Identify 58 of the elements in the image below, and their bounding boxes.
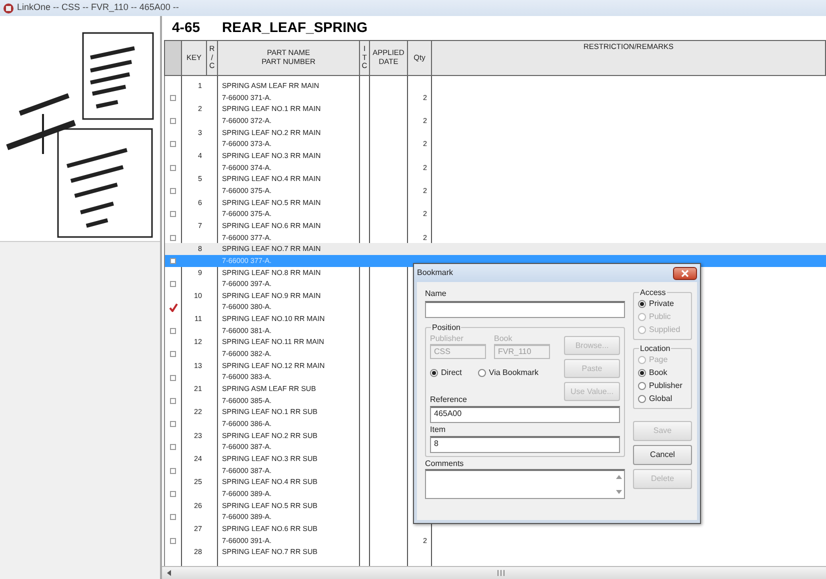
- dialog-button[interactable]: Cancel: [633, 445, 692, 465]
- row-checkbox[interactable]: [170, 538, 176, 544]
- text-field[interactable]: FVR_110: [494, 344, 550, 359]
- radio-label: Private: [649, 298, 674, 310]
- row-checkbox[interactable]: [170, 374, 176, 380]
- row-checkbox[interactable]: [170, 468, 176, 474]
- radio-button[interactable]: [430, 368, 438, 376]
- radio-label: Via Bookmark: [488, 366, 539, 378]
- check-mark-icon[interactable]: [169, 303, 178, 312]
- row-checkbox[interactable]: [170, 398, 176, 404]
- scroll-up-icon[interactable]: [616, 475, 622, 479]
- row-checkbox[interactable]: [170, 281, 176, 288]
- row-checkbox[interactable]: [170, 234, 176, 241]
- row-checkbox[interactable]: [170, 491, 176, 498]
- field-label: Reference: [430, 395, 468, 405]
- field-label: Book: [494, 334, 514, 344]
- radio-label: Global: [649, 392, 672, 404]
- scroll-down-icon[interactable]: [616, 490, 622, 494]
- row-checkbox[interactable]: [170, 258, 176, 264]
- row-checkbox[interactable]: [170, 514, 176, 520]
- row-checkbox[interactable]: [170, 211, 176, 218]
- comments-field[interactable]: [425, 469, 625, 499]
- text-field[interactable]: 8: [430, 436, 620, 453]
- scroll-grip-icon[interactable]: [497, 570, 505, 576]
- text-field[interactable]: 465A00: [430, 406, 620, 423]
- name-field[interactable]: [425, 301, 625, 318]
- radio-button[interactable]: [638, 368, 646, 376]
- row-checkbox[interactable]: [170, 94, 176, 101]
- field-label: Item: [430, 425, 447, 435]
- row-checkbox[interactable]: [170, 188, 176, 194]
- row-checkbox[interactable]: [170, 328, 176, 334]
- dialog-title: Bookmark: [417, 267, 454, 279]
- radio-button[interactable]: [478, 368, 486, 376]
- radio-label: Publisher: [649, 380, 682, 392]
- row-checkbox[interactable]: [170, 444, 176, 450]
- radio-label: Page: [649, 354, 668, 366]
- radio-label: Book: [649, 366, 668, 378]
- row-checkbox[interactable]: [170, 351, 176, 358]
- app-icon: [3, 2, 14, 14]
- radio-label: Public: [649, 310, 671, 322]
- close-button[interactable]: [673, 266, 697, 280]
- row-checkbox[interactable]: [170, 118, 176, 124]
- radio-label: Direct: [441, 366, 462, 378]
- window-title: LinkOne -- CSS -- FVR_110 -- 465A00 --: [17, 1, 179, 14]
- close-icon: [681, 270, 689, 276]
- row-checkbox[interactable]: [170, 421, 176, 428]
- radio-label: Supplied: [649, 324, 680, 336]
- page-number: 4-65: [172, 18, 200, 36]
- radio-button[interactable]: [638, 300, 646, 308]
- radio-button[interactable]: [638, 382, 646, 390]
- field-label: Name: [425, 289, 448, 299]
- field-label: Publisher: [430, 334, 464, 344]
- row-checkbox[interactable]: [170, 141, 176, 148]
- field-label: Comments: [425, 459, 465, 469]
- page-title: REAR_LEAF_SPRING: [222, 18, 368, 36]
- radio-button[interactable]: [638, 394, 646, 402]
- row-checkbox[interactable]: [170, 164, 176, 171]
- text-field[interactable]: CSS: [430, 344, 486, 359]
